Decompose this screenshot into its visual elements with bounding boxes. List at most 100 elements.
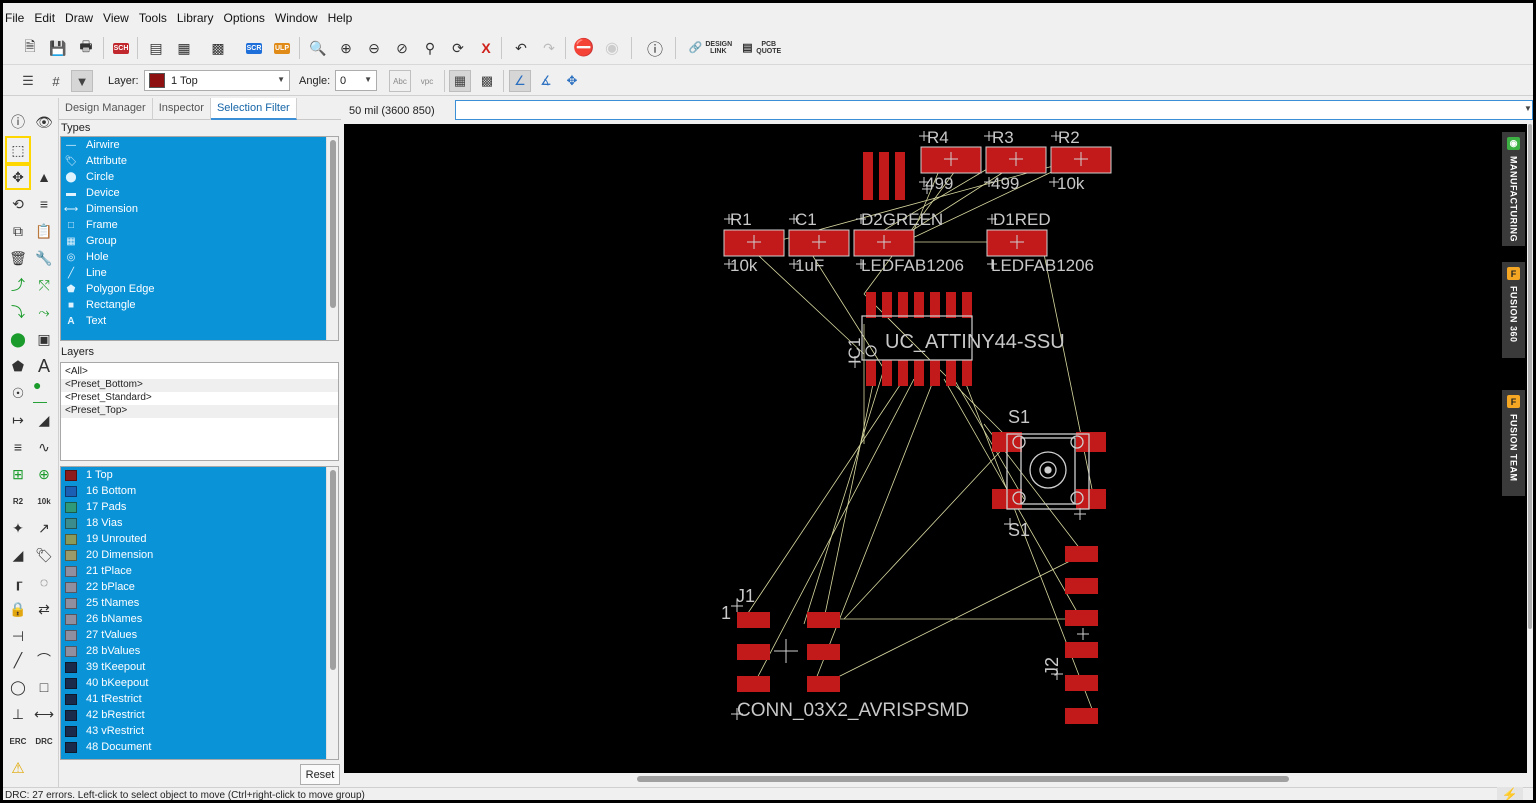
list-item[interactable]: ▬ Device <box>61 185 327 201</box>
list-item[interactable]: 21 tPlace <box>61 563 327 579</box>
ripup-icon[interactable]: ⤲ <box>33 274 55 296</box>
list-item[interactable]: ⬟ Polygon Edge <box>61 281 327 297</box>
align-icon[interactable]: ≡ <box>33 193 55 215</box>
list-item[interactable]: 48 Document <box>61 739 327 755</box>
name-icon[interactable]: R2 <box>7 490 29 512</box>
vertical-scrollbar[interactable] <box>1527 124 1533 773</box>
export-icon[interactable]: ▦ <box>173 37 195 59</box>
list-item[interactable]: 43 vRestrict <box>61 723 327 739</box>
redraw-icon[interactable]: ⟳ <box>447 37 469 59</box>
zoom-select-icon[interactable]: ⊘ <box>391 37 413 59</box>
fill-icon[interactable]: ◢ <box>7 544 29 566</box>
value-icon[interactable]: 10k <box>33 490 55 512</box>
list-item[interactable]: 16 Bottom <box>61 483 327 499</box>
split-icon[interactable]: ↗ <box>33 517 55 539</box>
schematic-button[interactable]: SCH <box>110 37 132 59</box>
list-item[interactable]: 26 bNames <box>61 611 327 627</box>
menu-edit[interactable]: Edit <box>29 11 60 25</box>
menu-tools[interactable]: Tools <box>134 11 172 25</box>
attribute-icon[interactable]: 🏷 <box>33 544 55 566</box>
new-file-icon[interactable]: 🗎 <box>19 37 41 59</box>
list-item[interactable]: 27 tValues <box>61 627 327 643</box>
list-item[interactable]: 25 tNames <box>61 595 327 611</box>
menu-options[interactable]: Options <box>219 11 270 25</box>
stop-icon[interactable]: ⛔ <box>573 37 595 59</box>
list-item[interactable]: 41 tRestrict <box>61 691 327 707</box>
eye-icon[interactable]: 👁 <box>33 111 55 133</box>
list-item[interactable]: ■ Rectangle <box>61 297 327 313</box>
polygon-icon[interactable]: ⬟ <box>7 355 29 377</box>
list-item[interactable]: 28 bValues <box>61 643 327 659</box>
erc-icon[interactable]: ERC <box>7 730 29 752</box>
zoom-in-icon[interactable]: ⊕ <box>335 37 357 59</box>
list-item[interactable]: ⟷ Dimension <box>61 201 327 217</box>
list-item[interactable]: ◎ Hole <box>61 249 327 265</box>
cam-icon[interactable]: ▤ <box>145 37 167 59</box>
list-item[interactable]: 19 Unrouted <box>61 531 327 547</box>
layers-list[interactable]: 1 Top 16 Bottom 17 Pads 18 Vias 19 Unrouted 2… <box>60 466 339 760</box>
horizontal-scrollbar[interactable] <box>344 773 1500 785</box>
lightning-icon[interactable]: ⚡ <box>1497 787 1523 800</box>
script-button[interactable]: SCR <box>243 37 265 59</box>
list-item[interactable]: ╱ Line <box>61 265 327 281</box>
rectangle-icon[interactable]: □ <box>33 676 55 698</box>
tab-selection-filter[interactable]: Selection Filter <box>210 98 297 120</box>
board-drawing[interactable]: R4 R3 R2 499 499 10k R1 C1 D2GREEN D1RED… <box>344 124 1500 773</box>
connect-icon[interactable]: ●— <box>33 377 55 409</box>
help-icon[interactable]: ⓘ <box>644 37 666 59</box>
smash-icon[interactable]: ✦ <box>7 517 29 539</box>
list-item[interactable]: 18 Vias <box>61 515 327 531</box>
menu-window[interactable]: Window <box>270 11 323 25</box>
wrench-icon[interactable]: 🔧 <box>33 247 55 269</box>
command-input[interactable] <box>455 100 1533 120</box>
list-item[interactable]: <Preset_Bottom> <box>61 379 338 392</box>
circle-icon[interactable]: ◯ <box>7 676 29 698</box>
route-multi-icon[interactable]: ⤳ <box>33 301 55 323</box>
list-item[interactable]: 39 tKeepout <box>61 659 327 675</box>
warning-icon[interactable]: ⚠ <box>7 757 29 779</box>
optimize-icon[interactable]: ↦ <box>7 409 29 431</box>
reset-button[interactable]: Reset <box>300 764 340 785</box>
paint-roller-icon[interactable]: ┎ <box>7 571 29 593</box>
types-list[interactable]: — Airwire 🏷 Attribute ⬤ Circle ▬ Device ⟷ Dim… <box>60 136 339 341</box>
go-icon[interactable]: ◉ <box>601 37 623 59</box>
menu-library[interactable]: Library <box>172 11 219 25</box>
snap-angle-icon[interactable]: ∠ <box>509 70 531 92</box>
text-icon[interactable]: A <box>33 355 55 377</box>
list-item[interactable]: 40 bKeepout <box>61 675 327 691</box>
copy-icon[interactable]: ⧉ <box>7 220 29 242</box>
grid-icon[interactable]: # <box>45 70 67 92</box>
signal-icon[interactable]: ☉ <box>7 382 29 404</box>
line-icon[interactable]: ╱ <box>7 649 29 671</box>
list-item[interactable]: 1 Top <box>61 467 327 483</box>
list-item[interactable]: — Airwire <box>61 137 327 153</box>
replace-icon[interactable]: ⊕ <box>33 463 55 485</box>
redo-icon[interactable]: ↷ <box>538 37 560 59</box>
3d-view-icon[interactable]: ▩ <box>207 37 229 59</box>
angle-select[interactable]: 0 ▼ <box>335 70 377 91</box>
meander-icon[interactable]: ≡ <box>7 436 29 458</box>
snap-pin-icon[interactable]: ✥ <box>561 70 583 92</box>
hole-icon[interactable]: ⊥ <box>7 703 29 725</box>
tab-design-manager[interactable]: Design Manager <box>59 98 153 120</box>
move-icon[interactable]: ✥ <box>5 164 31 190</box>
save-icon[interactable]: 💾 <box>47 37 69 59</box>
tab-inspector[interactable]: Inspector <box>153 98 211 120</box>
layer-settings-icon[interactable]: ☰ <box>17 70 39 92</box>
rotate-icon[interactable]: ⟲ <box>7 193 29 215</box>
tab-manufacturing[interactable]: ◉ MANUFACTURING <box>1502 132 1525 246</box>
ulp-button[interactable]: ULP <box>271 37 293 59</box>
list-item[interactable]: ⬤ Circle <box>61 169 327 185</box>
menu-draw[interactable]: Draw <box>60 11 98 25</box>
list-item[interactable]: 42 bRestrict <box>61 707 327 723</box>
layer-select[interactable]: 1 Top ▼ <box>144 70 290 91</box>
chevron-down-icon[interactable]: ▼ <box>1524 104 1532 113</box>
tab-fusion-team[interactable]: F FUSION TEAM <box>1502 390 1525 496</box>
undo-icon[interactable]: ↶ <box>510 37 532 59</box>
list-item[interactable]: <Preset_Standard> <box>61 392 338 405</box>
list-item[interactable]: <Preset_Top> <box>61 405 338 418</box>
ratsnest-icon[interactable]: Χ <box>475 37 497 59</box>
print-icon[interactable]: 🖶 <box>75 37 97 59</box>
autorouter-icon[interactable]: ⤵ <box>7 301 29 323</box>
list-item[interactable]: □ Frame <box>61 217 327 233</box>
